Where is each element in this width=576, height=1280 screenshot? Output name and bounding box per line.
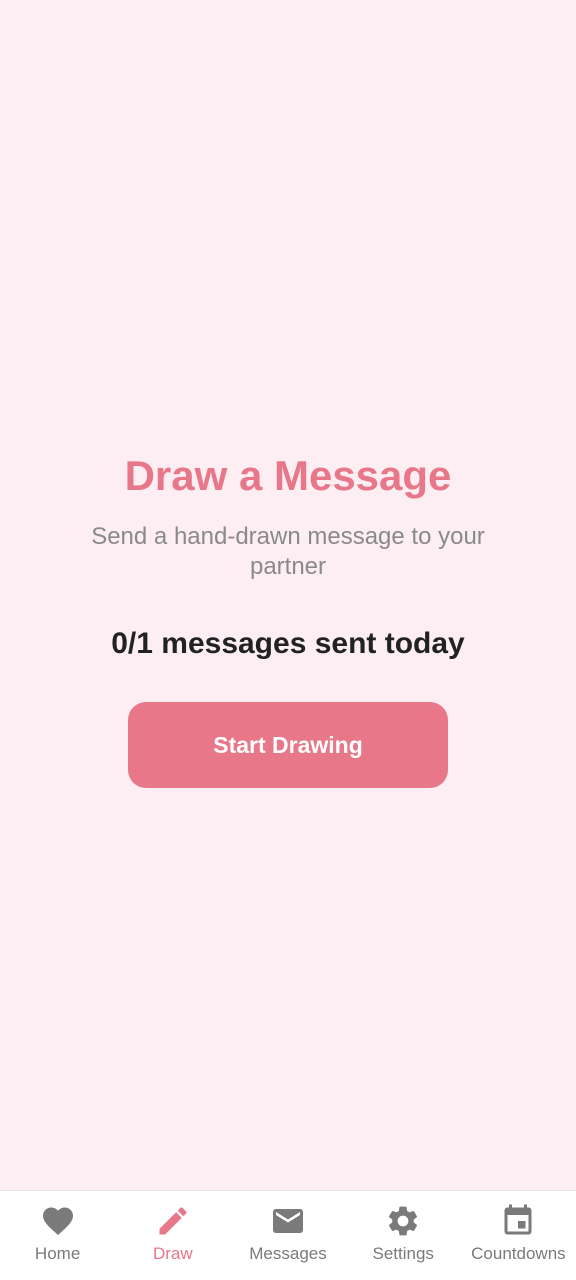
gear-icon — [389, 1206, 418, 1236]
heart-icon — [42, 1207, 73, 1236]
page-subtitle: Send a hand-drawn message to your partne… — [91, 523, 485, 580]
start-drawing-button[interactable]: Start Drawing — [128, 702, 448, 788]
pencil-icon — [159, 1207, 187, 1235]
nav-label-messages: Messages — [249, 1244, 327, 1263]
calendar-icon — [504, 1204, 532, 1235]
nav-label-settings: Settings — [372, 1244, 434, 1263]
mail-icon — [273, 1209, 303, 1233]
nav-label-draw: Draw — [152, 1244, 193, 1263]
draw-content: Draw a Message Send a hand-drawn message… — [0, 450, 576, 788]
nav-item-countdowns[interactable]: Countdowns — [461, 1191, 576, 1280]
nav-item-draw[interactable]: Draw — [115, 1191, 230, 1280]
nav-label-countdowns: Countdowns — [471, 1244, 566, 1263]
nav-label-home: Home — [34, 1244, 81, 1263]
bottom-navigation: Home Draw Messages Settings Countdowns — [0, 1190, 576, 1280]
page-title: Draw a Message — [124, 452, 452, 499]
nav-item-settings[interactable]: Settings — [346, 1191, 461, 1280]
nav-item-home[interactable]: Home — [0, 1191, 115, 1280]
draw-screen: Draw a Message Send a hand-drawn message… — [0, 0, 576, 1190]
messages-sent-counter: 0/1 messages sent today — [111, 627, 465, 660]
nav-item-messages[interactable]: Messages — [230, 1191, 345, 1280]
